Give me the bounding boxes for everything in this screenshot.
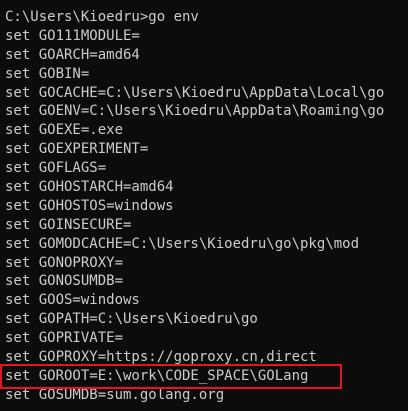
env-line-goroot: set GOROOT=E:\work\CODE_SPACE\GOLang [5,367,309,384]
env-line-gocache: set GOCACHE=C:\Users\Kioedru\AppData\Loc… [5,84,385,101]
env-line-goenv: set GOENV=C:\Users\Kioedru\AppData\Roami… [5,103,385,120]
terminal-prompt-line: C:\Users\Kioedru>go env [5,9,199,25]
env-line-gomodcache: set GOMODCACHE=C:\Users\Kioedru\go\pkg\m… [5,235,360,252]
env-line-goarch: set GOARCH=amd64 [5,46,140,63]
env-line-goexperiment: set GOEXPERIMENT= [5,141,149,158]
env-line-gohostos: set GOHOSTOS=windows [5,197,174,214]
terminal-output: C:\Users\Kioedru>go env set GO111MODULE=… [5,8,408,405]
env-line-goproxy: set GOPROXY=https://goproxy.cn,direct [5,349,317,366]
env-line-goos: set GOOS=windows [5,292,140,309]
env-line-gonoproxy: set GONOPROXY= [5,254,124,271]
env-line-gosumdb: set GOSUMDB=sum.golang.org [5,386,225,403]
env-line-gonosumdb: set GONOSUMDB= [5,273,124,290]
env-line-goprivate: set GOPRIVATE= [5,330,124,347]
env-line-goinsecure: set GOINSECURE= [5,216,132,233]
env-line-goexe: set GOEXE=.exe [5,122,124,139]
env-line-goflags: set GOFLAGS= [5,160,107,177]
env-line-gohostarch: set GOHOSTARCH=amd64 [5,179,174,196]
env-line-gopath: set GOPATH=C:\Users\Kioedru\go [5,311,258,328]
terminal-window[interactable]: C:\Users\Kioedru>go env set GO111MODULE=… [0,0,408,411]
env-line-go111module: set GO111MODULE= [5,27,140,44]
env-line-gobin: set GOBIN= [5,65,90,82]
